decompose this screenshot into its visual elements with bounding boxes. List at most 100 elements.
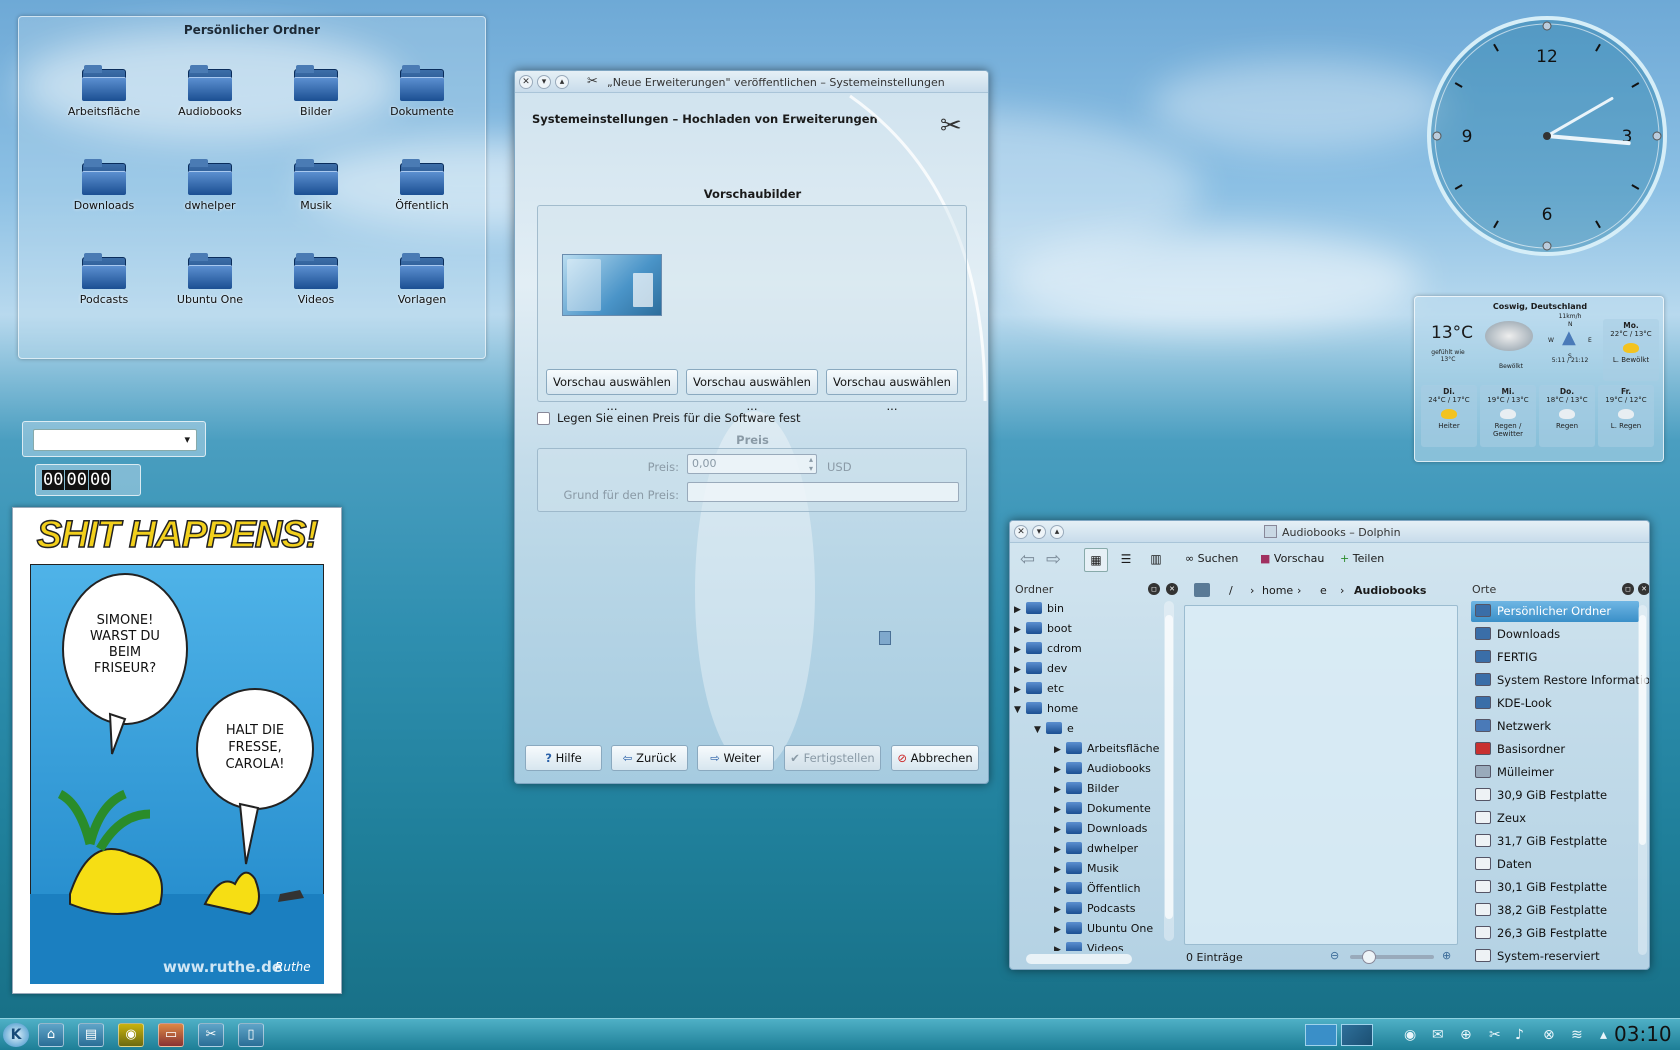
updates-icon[interactable]: ⊗ <box>1543 1027 1555 1043</box>
place-item[interactable]: Netzwerk <box>1471 716 1639 737</box>
settings-tools-icon[interactable]: ✂ <box>198 1023 224 1047</box>
forward-arrow-icon[interactable]: ⇨ <box>1046 549 1061 570</box>
place-item[interactable]: System-reserviert <box>1471 946 1639 967</box>
tree-item[interactable]: ▶ Ubuntu One <box>1054 919 1153 938</box>
place-item[interactable]: 30,1 GiB Festplatte <box>1471 877 1639 898</box>
tree-item[interactable]: ▶ Bilder <box>1054 779 1119 798</box>
folder-item[interactable]: Podcasts <box>54 253 154 306</box>
panel-float-icon[interactable]: ◻ <box>1148 583 1160 595</box>
cancel-button[interactable]: ⊘ Abbrechen <box>891 745 979 771</box>
place-item[interactable]: Mülleimer <box>1471 762 1639 783</box>
chevron-right-icon[interactable]: ▶ <box>1054 921 1066 940</box>
breadcrumb[interactable]: / › home › e › Audiobooks <box>1184 581 1469 603</box>
place-item[interactable]: Basisordner <box>1471 739 1639 760</box>
close-button[interactable]: ✕ <box>519 75 533 89</box>
presentation-icon[interactable]: ▭ <box>158 1023 184 1047</box>
chevron-right-icon[interactable]: ▶ <box>1054 801 1066 820</box>
chevron-right-icon[interactable]: ▶ <box>1014 681 1026 700</box>
preview-select-button-3[interactable]: Vorschau auswählen ... <box>826 369 958 413</box>
place-item[interactable]: 38,2 GiB Festplatte <box>1471 900 1639 921</box>
tree-item[interactable]: ▶ Videos <box>1054 939 1124 951</box>
panel-close-icon[interactable]: ✕ <box>1638 583 1649 595</box>
folder-item[interactable]: Audiobooks <box>160 65 260 118</box>
panel-float-icon[interactable]: ◻ <box>1622 583 1634 595</box>
tree-item[interactable]: ▶ Podcasts <box>1054 899 1136 918</box>
pager-desktop-1[interactable] <box>1305 1024 1337 1046</box>
place-item[interactable]: Persönlicher Ordner <box>1471 601 1639 622</box>
file-view[interactable] <box>1184 605 1458 945</box>
preview-select-button-2[interactable]: Vorschau auswählen ... <box>686 369 818 413</box>
zoom-slider[interactable] <box>1350 950 1434 964</box>
tree-hscrollbar[interactable] <box>1026 954 1132 964</box>
share-button[interactable]: + Teilen <box>1340 552 1384 565</box>
folder-item[interactable]: Bilder <box>266 65 366 118</box>
preview-button[interactable]: ■ Vorschau <box>1260 552 1324 565</box>
folder-item[interactable]: Vorlagen <box>372 253 472 306</box>
finish-button[interactable]: ✔ Fertigstellen <box>784 745 881 771</box>
tree-item[interactable]: ▼ home <box>1014 699 1078 718</box>
tree-item[interactable]: ▶ dev <box>1014 659 1067 678</box>
tree-item[interactable]: ▼ e <box>1034 719 1074 738</box>
help-button[interactable]: ? Hilfe <box>525 745 602 771</box>
klipper-icon[interactable]: ✂ <box>1489 1027 1501 1043</box>
chevron-right-icon[interactable]: ▶ <box>1054 741 1066 760</box>
folder-item[interactable]: Ubuntu One <box>160 253 260 306</box>
panel-close-icon[interactable]: ✕ <box>1166 583 1178 595</box>
columns-view-icon[interactable]: ▥ <box>1144 548 1168 572</box>
dialog-titlebar[interactable]: ✕ ▾ ▴ ✂ „Neue Erweiterungen" veröffentli… <box>515 71 988 93</box>
maximize-button[interactable]: ▴ <box>1050 525 1064 539</box>
folder-item[interactable]: Musik <box>266 159 366 212</box>
price-checkbox[interactable] <box>537 412 550 425</box>
zoom-out-icon[interactable]: ⊖ <box>1330 949 1339 962</box>
file-manager-icon[interactable]: ▯ <box>238 1023 264 1047</box>
place-item[interactable]: 30,9 GiB Festplatte <box>1471 785 1639 806</box>
chevron-right-icon[interactable]: ▶ <box>1054 841 1066 860</box>
places-list[interactable]: Persönlicher Ordner Downloads FERTIG System… <box>1467 601 1649 963</box>
folder-item[interactable]: Dokumente <box>372 65 472 118</box>
network-globe-icon[interactable]: ⊕ <box>1460 1027 1472 1043</box>
chevron-right-icon[interactable]: ▶ <box>1054 881 1066 900</box>
expand-tray-icon[interactable]: ▴ <box>1600 1027 1607 1043</box>
weather-tray-icon[interactable]: ◉ <box>1404 1027 1416 1043</box>
taskbar-clock[interactable]: 03:10 <box>1614 1022 1672 1046</box>
chevron-right-icon[interactable]: ▶ <box>1014 641 1026 660</box>
reason-input[interactable] <box>687 482 959 502</box>
details-view-icon[interactable]: ☰ <box>1114 548 1138 572</box>
tree-item[interactable]: ▶ Audiobooks <box>1054 759 1151 778</box>
chevron-right-icon[interactable]: ▶ <box>1014 661 1026 680</box>
place-item[interactable]: Downloads <box>1471 624 1639 645</box>
back-arrow-icon[interactable]: ⇦ <box>1020 549 1035 570</box>
chevron-right-icon[interactable]: ▶ <box>1054 861 1066 880</box>
chevron-right-icon[interactable]: ▶ <box>1054 821 1066 840</box>
tree-item[interactable]: ▶ etc <box>1014 679 1064 698</box>
wifi-icon[interactable]: ≋ <box>1571 1027 1583 1043</box>
document-icon[interactable]: ▤ <box>78 1023 104 1047</box>
tree-item[interactable]: ▶ Downloads <box>1054 819 1147 838</box>
weather-app-icon[interactable]: ◉ <box>118 1023 144 1047</box>
icons-view-icon[interactable]: ▦ <box>1084 548 1108 572</box>
preview-select-button-1[interactable]: Vorschau auswählen ... <box>546 369 678 413</box>
chevron-right-icon[interactable]: ▶ <box>1014 601 1026 620</box>
home-icon[interactable]: ⌂ <box>38 1023 64 1047</box>
chevron-right-icon[interactable]: ▶ <box>1054 761 1066 780</box>
tree-item[interactable]: ▶ bin <box>1014 599 1064 618</box>
place-item[interactable]: Daten <box>1471 854 1639 875</box>
folder-item[interactable]: Videos <box>266 253 366 306</box>
folder-item[interactable]: Arbeitsfläche <box>54 65 154 118</box>
search-button[interactable]: ∞ Suchen <box>1185 552 1238 565</box>
tree-item[interactable]: ▶ Öffentlich <box>1054 879 1140 898</box>
tree-item[interactable]: ▶ dwhelper <box>1054 839 1138 858</box>
chevron-right-icon[interactable]: ▶ <box>1054 941 1066 951</box>
tree-item[interactable]: ▶ Arbeitsfläche <box>1054 739 1159 758</box>
chevron-down-icon[interactable]: ▼ <box>1014 701 1026 720</box>
stepper-icon[interactable]: ▴ ▾ <box>809 455 813 473</box>
tree-scrollbar[interactable] <box>1164 601 1174 941</box>
widget-select[interactable]: ▾ <box>33 429 197 451</box>
chevron-right-icon[interactable]: ▶ <box>1054 901 1066 920</box>
place-item[interactable]: Zeux <box>1471 808 1639 829</box>
chevron-right-icon[interactable]: ▶ <box>1054 781 1066 800</box>
place-item[interactable]: System Restore Information <box>1471 670 1649 691</box>
place-item[interactable]: 31,7 GiB Festplatte <box>1471 831 1639 852</box>
maximize-button[interactable]: ▴ <box>555 75 569 89</box>
tree-item[interactable]: ▶ Dokumente <box>1054 799 1151 818</box>
